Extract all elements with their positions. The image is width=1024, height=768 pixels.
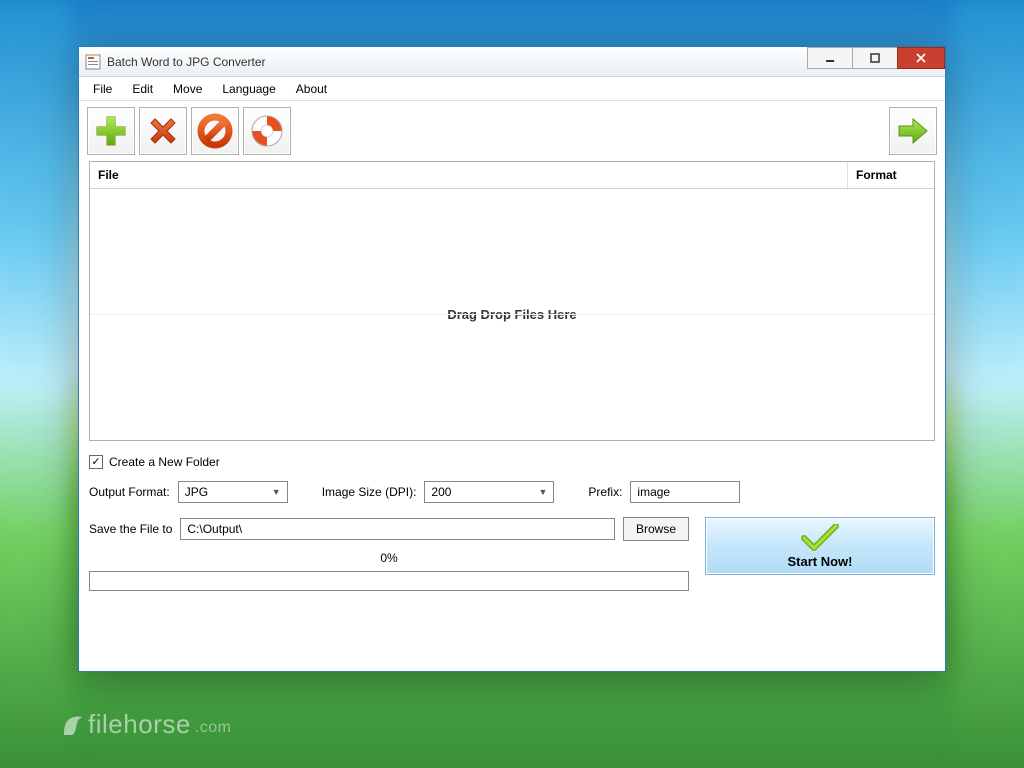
chevron-down-icon: ▼ (538, 487, 547, 497)
arrow-right-icon (895, 113, 931, 149)
output-format-select[interactable]: JPG ▼ (178, 481, 288, 503)
menu-about[interactable]: About (286, 79, 337, 99)
create-folder-label: Create a New Folder (109, 455, 220, 469)
maximize-icon (870, 53, 880, 63)
window-title: Batch Word to JPG Converter (107, 55, 808, 69)
image-size-select[interactable]: 200 ▼ (424, 481, 554, 503)
file-list[interactable]: File Format Drag Drop Files Here (89, 161, 935, 441)
menu-edit[interactable]: Edit (122, 79, 163, 99)
menubar: File Edit Move Language About (79, 77, 945, 101)
plus-icon (93, 113, 129, 149)
checkbox-icon: ✓ (89, 455, 103, 469)
watermark: filehorse.com (60, 709, 231, 740)
watermark-suffix: .com (195, 719, 232, 737)
delete-button[interactable] (139, 107, 187, 155)
browse-button[interactable]: Browse (623, 517, 689, 541)
app-window: Batch Word to JPG Converter File Edit Mo… (78, 46, 946, 672)
file-list-dropzone[interactable]: Drag Drop Files Here (90, 189, 934, 440)
filehorse-icon (60, 713, 84, 737)
create-folder-checkbox[interactable]: ✓ Create a New Folder (89, 455, 220, 469)
start-button-label: Start Now! (788, 554, 853, 569)
checkmark-icon (800, 524, 840, 552)
watermark-text: filehorse (88, 709, 191, 740)
output-format-label: Output Format: (89, 485, 170, 499)
save-to-label: Save the File to (89, 522, 172, 536)
output-format-value: JPG (185, 485, 208, 499)
x-icon (145, 113, 181, 149)
progress-bar (89, 571, 689, 591)
menu-move[interactable]: Move (163, 79, 212, 99)
prefix-input[interactable] (630, 481, 740, 503)
menu-language[interactable]: Language (212, 79, 285, 99)
prefix-label: Prefix: (588, 485, 622, 499)
minimize-icon (825, 53, 835, 63)
minimize-button[interactable] (807, 47, 853, 69)
progress-label: 0% (89, 551, 689, 565)
add-button[interactable] (87, 107, 135, 155)
window-controls (808, 47, 945, 76)
column-format[interactable]: Format (848, 162, 934, 188)
start-button[interactable]: Start Now! (705, 517, 935, 575)
help-button[interactable] (243, 107, 291, 155)
no-icon (197, 113, 233, 149)
titlebar[interactable]: Batch Word to JPG Converter (79, 47, 945, 77)
clear-button[interactable] (191, 107, 239, 155)
dropzone-placeholder: Drag Drop Files Here (447, 307, 576, 322)
close-button[interactable] (897, 47, 945, 69)
image-size-value: 200 (431, 485, 451, 499)
save-to-input[interactable] (180, 518, 615, 540)
file-list-header: File Format (90, 162, 934, 189)
close-icon (916, 53, 926, 63)
image-size-label: Image Size (DPI): (322, 485, 417, 499)
menu-file[interactable]: File (83, 79, 122, 99)
toolbar (79, 101, 945, 161)
lifebuoy-icon (249, 113, 285, 149)
app-icon (85, 54, 101, 70)
maximize-button[interactable] (852, 47, 898, 69)
column-file[interactable]: File (90, 162, 848, 188)
next-button[interactable] (889, 107, 937, 155)
chevron-down-icon: ▼ (272, 487, 281, 497)
